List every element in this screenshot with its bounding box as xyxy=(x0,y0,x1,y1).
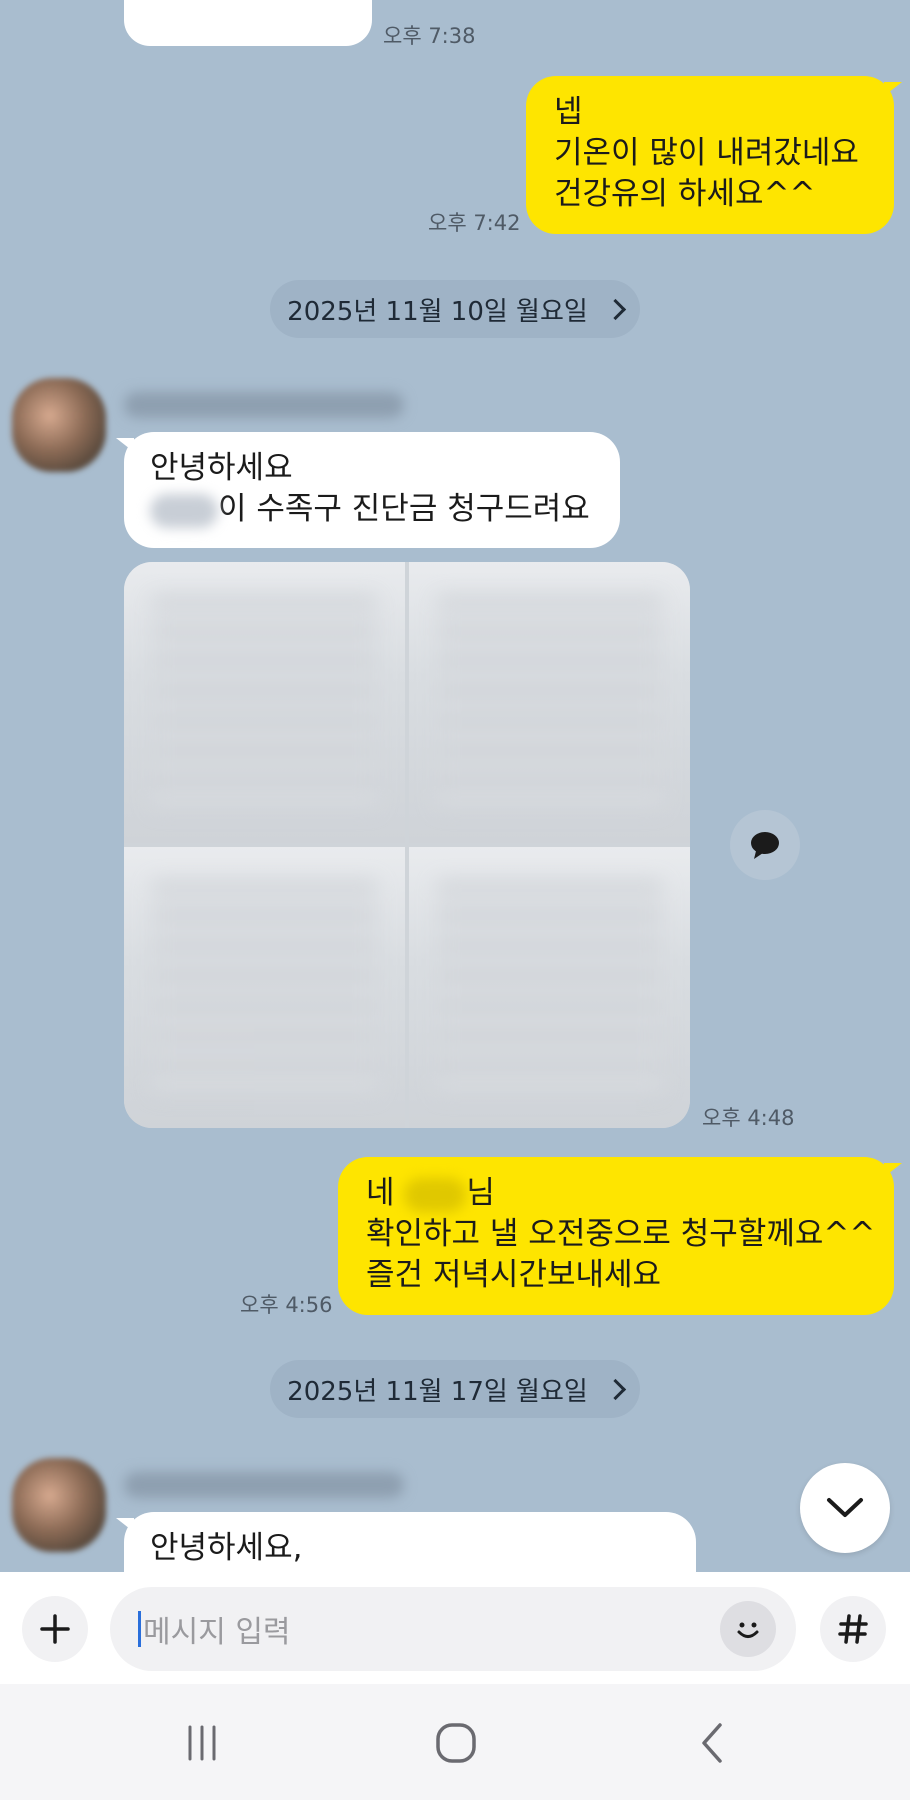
date-separator[interactable]: 2025년 11월 10일 월요일 xyxy=(270,280,640,338)
photo-time: 오후 4:48 xyxy=(702,1106,795,1130)
chat-area[interactable]: 오후 7:38 오후 7:42 넵 기온이 많이 내려갔네요 건강유의 하세요^… xyxy=(0,0,910,1572)
redacted-name xyxy=(404,1177,467,1212)
message-input[interactable]: 메시지 입력 xyxy=(110,1587,796,1671)
photo-album[interactable] xyxy=(124,562,690,1128)
sender-name-blurred xyxy=(124,1472,404,1498)
home-icon xyxy=(436,1723,476,1763)
chevron-right-icon xyxy=(604,1378,626,1400)
message-line: 안녕하세요, xyxy=(150,1530,303,1566)
other-message-bubble[interactable]: 안녕하세요, xyxy=(116,1512,696,1572)
message-line: 넵 xyxy=(554,94,583,130)
my-message-bubble[interactable]: 넵 기온이 많이 내려갔네요 건강유의 하세요^^ xyxy=(526,76,902,234)
hashtag-button[interactable] xyxy=(820,1596,886,1662)
share-button[interactable] xyxy=(730,810,800,880)
text-cursor xyxy=(138,1611,141,1647)
message-line: 확인하고 낼 오전중으로 청구할께요^^ xyxy=(366,1216,876,1252)
other-message-bubble[interactable]: 안녕하세요 이 수족구 진단금 청구드려요 xyxy=(116,432,620,548)
hashtag-icon xyxy=(838,1614,868,1644)
speech-bubble-icon xyxy=(751,832,779,859)
date-separator[interactable]: 2025년 11월 17일 월요일 xyxy=(270,1360,640,1418)
photo-thumbnail[interactable] xyxy=(124,562,405,843)
message-input-bar: 메시지 입력 xyxy=(0,1572,910,1684)
sender-name-blurred xyxy=(124,392,404,418)
message-line: 네 님 xyxy=(366,1173,866,1214)
date-label: 2025년 11월 17일 월요일 xyxy=(287,1376,588,1407)
recent-apps-icon xyxy=(188,1725,216,1761)
emoji-button[interactable] xyxy=(720,1601,776,1657)
message-line: 즐건 저녁시간보내세요 xyxy=(366,1257,662,1293)
photo-thumbnail[interactable] xyxy=(409,562,690,843)
message-text: 님 xyxy=(466,1175,495,1211)
emoji-icon xyxy=(737,1622,759,1638)
message-text: 이 수족구 진단금 청구드려요 xyxy=(218,491,590,527)
message-line: 이 수족구 진단금 청구드려요 xyxy=(150,489,594,530)
my-message-time: 오후 7:42 xyxy=(428,211,521,235)
photo-thumbnail[interactable] xyxy=(409,847,690,1128)
recent-apps-button[interactable] xyxy=(172,1718,232,1768)
input-placeholder: 메시지 입력 xyxy=(143,1615,291,1650)
scroll-to-bottom-button[interactable] xyxy=(800,1463,890,1553)
message-line: 안녕하세요 xyxy=(150,450,293,486)
chevron-right-icon xyxy=(604,298,626,320)
sender-avatar[interactable] xyxy=(12,1458,106,1552)
my-message-bubble[interactable]: 네 님 확인하고 낼 오전중으로 청구할께요^^ 즐건 저녁시간보내세요 xyxy=(338,1157,902,1315)
message-text: 네 xyxy=(366,1175,395,1211)
previous-message-bubble[interactable] xyxy=(124,0,372,46)
my-message-time: 오후 4:56 xyxy=(240,1293,333,1317)
plus-icon xyxy=(40,1614,70,1644)
message-line: 기온이 많이 내려갔네요 xyxy=(554,135,859,171)
back-icon xyxy=(702,1723,722,1763)
back-button[interactable] xyxy=(682,1718,742,1768)
photo-thumbnail[interactable] xyxy=(124,847,405,1128)
previous-message-time: 오후 7:38 xyxy=(383,24,476,48)
redacted-name xyxy=(150,493,218,528)
message-line: 건강유의 하세요^^ xyxy=(554,176,816,212)
home-button[interactable] xyxy=(426,1718,486,1768)
chevron-down-icon xyxy=(827,1498,863,1517)
sender-avatar[interactable] xyxy=(12,378,106,472)
date-label: 2025년 11월 10일 월요일 xyxy=(287,296,588,327)
attach-button[interactable] xyxy=(22,1596,88,1662)
system-navigation-bar xyxy=(0,1684,910,1800)
